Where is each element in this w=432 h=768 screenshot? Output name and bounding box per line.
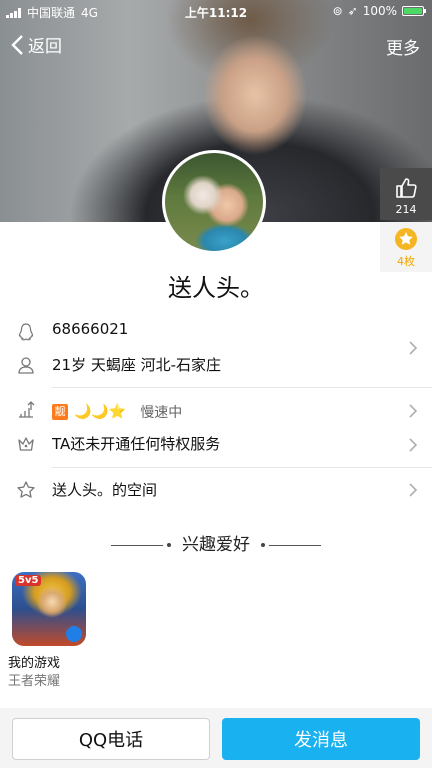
level-info: 靓 🌙🌙⭐ 慢速中: [52, 402, 182, 422]
send-message-button[interactable]: 发消息: [222, 718, 420, 760]
chevron-right-icon: [409, 341, 418, 355]
space-text: 送人头。的空间: [52, 481, 158, 499]
qq-number-row: 68666021: [0, 320, 432, 344]
qq-call-button[interactable]: QQ电话: [12, 718, 210, 760]
speed-status: 慢速中: [140, 405, 183, 421]
badge-count: 4枚: [397, 255, 415, 268]
basic-info: 21岁 天蝎座 河北-石家庄: [52, 356, 222, 374]
back-button[interactable]: 返回: [10, 32, 62, 57]
privilege-text: TA还未开通任何特权服务: [52, 435, 221, 453]
title-dot-right: [261, 543, 266, 547]
crown-icon: [18, 437, 34, 451]
avatar[interactable]: [162, 150, 266, 254]
penguin-icon: [18, 323, 34, 341]
like-count: 214: [395, 203, 417, 216]
basic-info-row[interactable]: 21岁 天蝎座 河北-石家庄: [0, 354, 432, 378]
title-line-right: [269, 544, 322, 546]
bottom-bar: QQ电话 发消息: [0, 708, 432, 768]
game-name[interactable]: 王者荣耀: [8, 670, 60, 689]
more-button[interactable]: 更多: [386, 34, 420, 59]
like-button[interactable]: 214: [380, 168, 432, 220]
location-icon: ➶: [347, 4, 358, 18]
title-dot-left: [166, 543, 171, 547]
person-icon: [18, 357, 34, 374]
qq-number: 68666021: [52, 320, 129, 338]
space-row[interactable]: 送人头。的空间: [0, 479, 432, 503]
chevron-right-icon: [409, 404, 418, 418]
level-chart-icon: [19, 401, 35, 418]
title-line-left: [110, 544, 163, 546]
battery-icon: [402, 6, 426, 16]
game-header: 我的游戏: [8, 656, 61, 671]
status-right: ⊚ ➶ 100%: [332, 4, 426, 18]
thumbs-up-icon: [396, 178, 417, 198]
star-icon: [17, 481, 35, 498]
chevron-right-icon: [409, 438, 418, 452]
tencent-logo-icon: [66, 626, 82, 642]
badge-button[interactable]: 4枚: [380, 222, 432, 272]
interests-label: 兴趣爱好: [182, 535, 250, 555]
game-tag: 5v5: [15, 575, 42, 586]
interests-title: 兴趣爱好: [0, 530, 432, 555]
game-icon[interactable]: 5v5: [12, 572, 86, 646]
back-label: 返回: [28, 37, 62, 57]
status-bar: 中国联通 4G 上午11:12 ⊚ ➶ 100%: [0, 0, 432, 22]
privilege-row[interactable]: TA还未开通任何特权服务: [0, 433, 432, 457]
vip-badge: 靓: [52, 404, 68, 420]
star-badge-icon: [395, 228, 417, 250]
divider: [52, 467, 432, 468]
nav-bar: 返回 更多: [0, 28, 432, 60]
nickname: 送人头。: [168, 274, 264, 302]
battery-percent: 100%: [362, 4, 397, 18]
chevron-right-icon: [409, 483, 418, 497]
chevron-left-icon: [11, 34, 23, 55]
orientation-lock-icon: ⊚: [332, 4, 343, 18]
divider: [52, 387, 432, 388]
level-icons: 🌙🌙⭐: [74, 404, 127, 420]
